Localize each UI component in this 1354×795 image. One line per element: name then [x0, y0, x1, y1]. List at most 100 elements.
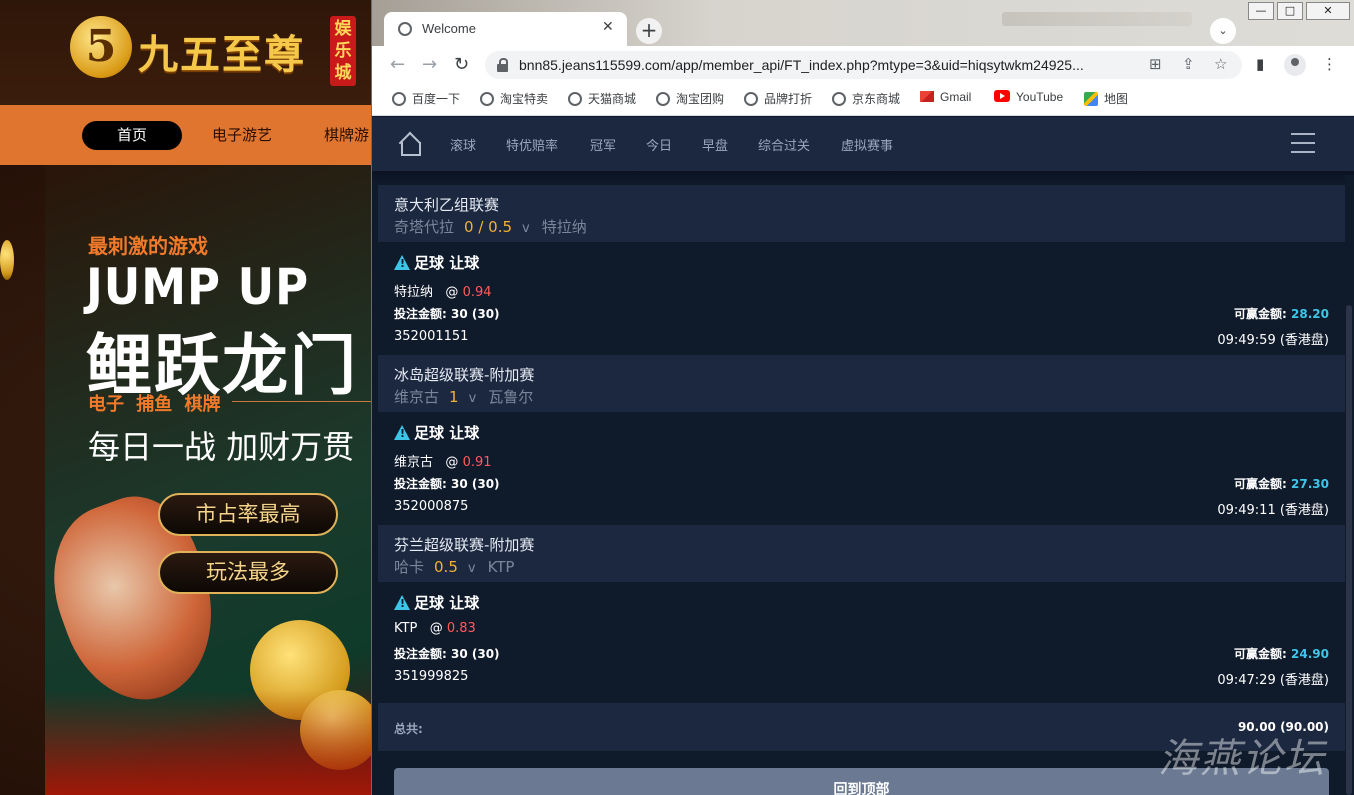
- league-name: 冰岛超级联赛-附加赛: [394, 366, 535, 384]
- url-text[interactable]: bnn85.jeans115599.com/app/member_api/FT_…: [519, 57, 1084, 73]
- nav-in-play[interactable]: 滚球: [450, 135, 476, 154]
- bookmark-taobao-sale[interactable]: 淘宝特卖: [480, 90, 548, 107]
- match-header: 冰岛超级联赛-附加赛 维京古 1 v 瓦鲁尔: [378, 355, 1345, 412]
- bookmark-maps[interactable]: 地图: [1084, 90, 1128, 107]
- address-bar[interactable]: bnn85.jeans115599.com/app/member_api/FT_…: [485, 51, 1242, 79]
- tab-close-icon[interactable]: ✕: [602, 19, 614, 35]
- site-logo-tag: 娱乐城: [330, 16, 356, 86]
- side-panel-icon[interactable]: ▮: [1256, 55, 1264, 73]
- browser-tab[interactable]: Welcome ✕: [384, 12, 627, 46]
- stake-amount: 投注金额: 30 (30): [394, 307, 500, 321]
- handicap-value: 0 / 0.5: [464, 218, 513, 236]
- maximize-button[interactable]: □: [1277, 2, 1303, 20]
- site-logo-text[interactable]: 九五至尊: [138, 22, 306, 80]
- fire-illustration: [45, 690, 375, 795]
- bookmark-gmail[interactable]: Gmail: [920, 90, 971, 104]
- bet-id: 351999825: [394, 669, 469, 684]
- nav-outright[interactable]: 冠军: [590, 135, 616, 154]
- globe-icon: [392, 92, 406, 106]
- browser-toolbar: ← → ↻ bnn85.jeans115599.com/app/member_a…: [372, 46, 1354, 84]
- site-nav-home[interactable]: 首页: [82, 121, 182, 150]
- site-nav-cards[interactable]: 棋牌游: [324, 121, 369, 150]
- forum-watermark: 海燕论坛: [1158, 736, 1326, 782]
- site-nav-slots[interactable]: 电子游艺: [212, 121, 272, 150]
- odds-value: 0.94: [462, 285, 492, 300]
- scrollbar-thumb[interactable]: [1346, 305, 1352, 795]
- league-name: 芬兰超级联赛-附加赛: [394, 536, 535, 554]
- match-header: 芬兰超级联赛-附加赛 哈卡 0.5 v KTP: [378, 525, 1345, 582]
- close-window-button[interactable]: ✕: [1306, 2, 1350, 20]
- match-teams: 维京古 1 v 瓦鲁尔: [394, 388, 534, 406]
- banner-title-en: JUMP UP: [86, 258, 310, 316]
- lock-icon[interactable]: [497, 58, 508, 72]
- globe-icon: [398, 22, 412, 36]
- share-icon[interactable]: ⇪: [1182, 55, 1195, 73]
- browser-window: Welcome ✕ + ⌄ — □ ✕ ← → ↻ bnn85.jeans115…: [371, 0, 1354, 795]
- bet-slip: 足球 让球 维京古 @ 0.91 投注金额: 30 (30) 可赢金额: 27.…: [378, 412, 1345, 525]
- bet-type: 足球 让球: [394, 592, 479, 613]
- sports-nav-bar: 滚球 特优赔率 冠军 今日 早盘 综合过关 虚拟赛事: [372, 117, 1354, 171]
- warning-icon: [394, 425, 411, 440]
- bet-type: 足球 让球: [394, 422, 479, 443]
- coin-illustration: [0, 240, 14, 280]
- hamburger-menu-icon[interactable]: [1291, 133, 1315, 153]
- bet-time: 09:49:11 (香港盘): [1217, 503, 1329, 518]
- minimize-button[interactable]: —: [1248, 2, 1274, 20]
- match-teams: 哈卡 0.5 v KTP: [394, 558, 515, 576]
- maps-icon: [1084, 92, 1098, 106]
- nav-today[interactable]: 今日: [646, 135, 672, 154]
- browser-titlebar: Welcome ✕ + ⌄ — □ ✕: [372, 0, 1354, 46]
- bet-time: 09:47:29 (香港盘): [1217, 673, 1329, 688]
- odds-value: 0.91: [462, 455, 492, 470]
- handicap-value: 0.5: [434, 558, 458, 576]
- banner-tagline: 最刺激的游戏: [88, 234, 208, 258]
- nav-virtual[interactable]: 虚拟赛事: [841, 135, 893, 154]
- bet-selection: KTP @ 0.83: [394, 621, 476, 636]
- odds-value: 0.83: [446, 621, 476, 636]
- back-arrow-icon[interactable]: ←: [390, 54, 405, 75]
- nav-parlay[interactable]: 综合过关: [758, 135, 810, 154]
- nav-early[interactable]: 早盘: [702, 135, 728, 154]
- banner-subtitle: 电子 捕鱼 棋牌: [88, 394, 221, 415]
- bookmark-taobao-group[interactable]: 淘宝团购: [656, 90, 724, 107]
- profile-avatar-icon[interactable]: [1284, 54, 1306, 76]
- globe-icon: [480, 92, 494, 106]
- warning-icon: [394, 255, 411, 270]
- reload-icon[interactable]: ↻: [454, 54, 469, 75]
- home-icon[interactable]: [398, 133, 421, 156]
- tab-search-button[interactable]: ⌄: [1210, 18, 1236, 44]
- globe-icon: [744, 92, 758, 106]
- tab-title: Welcome: [422, 21, 476, 36]
- bookmark-youtube[interactable]: YouTube: [994, 90, 1063, 104]
- bet-history-page: 滚球 特优赔率 冠军 今日 早盘 综合过关 虚拟赛事 意大利乙组联赛 奇塔代拉 0…: [372, 117, 1354, 795]
- bet-type: 足球 让球: [394, 252, 479, 273]
- match-header: 意大利乙组联赛 奇塔代拉 0 / 0.5 v 特拉纳: [378, 185, 1345, 242]
- new-tab-button[interactable]: +: [636, 18, 662, 44]
- total-label: 总共:: [394, 722, 423, 736]
- banner-divider: [232, 401, 372, 402]
- potential-win: 可赢金额: 27.30: [1234, 477, 1329, 491]
- translate-icon[interactable]: ⊞: [1149, 55, 1162, 73]
- banner-pill-most-games[interactable]: 玩法最多: [158, 551, 338, 594]
- banner-pill-market-share[interactable]: 市占率最高: [158, 493, 338, 536]
- bookmark-brand-discount[interactable]: 品牌打折: [744, 90, 812, 107]
- nav-best-odds[interactable]: 特优赔率: [506, 135, 558, 154]
- bet-slip: 足球 让球 特拉纳 @ 0.94 投注金额: 30 (30) 可赢金额: 28.…: [378, 242, 1345, 355]
- bet-selection: 特拉纳 @ 0.94: [394, 285, 492, 300]
- blurred-text: [1002, 12, 1192, 26]
- bookmark-tmall[interactable]: 天猫商城: [568, 90, 636, 107]
- youtube-icon: [994, 90, 1010, 102]
- site-logo-emblem[interactable]: 5: [70, 16, 132, 78]
- bookmark-baidu[interactable]: 百度一下: [392, 90, 460, 107]
- gmail-icon: [920, 91, 934, 102]
- potential-win: 可赢金额: 24.90: [1234, 647, 1329, 661]
- forward-arrow-icon[interactable]: →: [422, 54, 437, 75]
- potential-win: 可赢金额: 28.20: [1234, 307, 1329, 321]
- banner-slogan: 每日一战 加财万贯: [88, 428, 355, 466]
- more-menu-icon[interactable]: ⋮: [1322, 55, 1337, 73]
- bookmark-jd[interactable]: 京东商城: [832, 90, 900, 107]
- bookmarks-bar: 百度一下 淘宝特卖 天猫商城 淘宝团购 品牌打折 京东商城 Gmail YouT…: [372, 84, 1354, 116]
- bookmark-star-icon[interactable]: ☆: [1214, 55, 1227, 73]
- stake-amount: 投注金额: 30 (30): [394, 647, 500, 661]
- bet-time: 09:49:59 (香港盘): [1217, 333, 1329, 348]
